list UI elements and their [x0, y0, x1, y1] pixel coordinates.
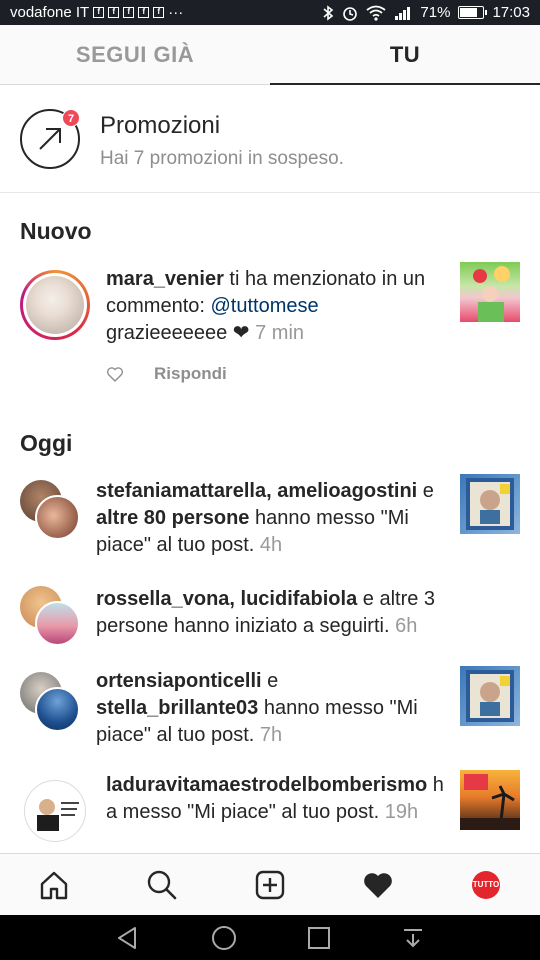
others-link[interactable]: altre 80 persone	[96, 507, 249, 529]
alarm-icon	[343, 6, 358, 21]
usernames[interactable]: stefaniamattarella, amelioagostini	[96, 480, 417, 502]
notification-shade-icon[interactable]	[401, 926, 425, 950]
tab-you[interactable]: TU	[270, 25, 540, 85]
wifi-icon	[366, 5, 386, 21]
comment-text: grazieeeeeee	[106, 322, 233, 344]
avatar-group[interactable]	[20, 586, 80, 646]
post-thumbnail[interactable]	[460, 262, 520, 322]
avatar[interactable]	[24, 780, 86, 842]
notification-text: rossella_vona, lucidifabiola e altre 3 p…	[96, 586, 476, 640]
notification-item[interactable]: mara_venier ti ha menzionato in un comme…	[0, 262, 540, 392]
status-bar: vodafone IT f f f f f ··· 71% 17:03	[0, 0, 540, 25]
avatar-story-ring[interactable]	[20, 270, 90, 340]
add-post-icon[interactable]	[243, 858, 297, 912]
notification-item[interactable]: laduravitamaestrodelbomberismo ha messo …	[0, 770, 540, 853]
notification-text: laduravitamaestrodelbomberismo ha messo …	[106, 772, 446, 826]
battery-icon	[458, 6, 488, 19]
profile-avatar[interactable]: TUTTO	[459, 858, 513, 912]
username-link[interactable]: ortensiaponticelli	[96, 670, 262, 692]
back-icon[interactable]	[115, 925, 141, 951]
home-icon[interactable]	[27, 858, 81, 912]
recents-icon[interactable]	[307, 926, 331, 950]
promotions-row[interactable]: 7 Promozioni Hai 7 promozioni in sospeso…	[0, 86, 540, 193]
usernames[interactable]: rossella_vona, lucidifabiola	[96, 588, 357, 610]
notification-text: ortensiaponticelli e stella_brillante03 …	[96, 668, 446, 749]
timestamp: 4h	[259, 534, 283, 556]
avatar	[35, 495, 80, 540]
username-link[interactable]: laduravitamaestrodelbomberismo	[106, 774, 427, 796]
signal-icon	[395, 6, 411, 20]
notification-body: e	[417, 480, 434, 502]
facebook-notification-icon: f	[123, 7, 135, 18]
timestamp: 6h	[395, 615, 418, 637]
post-thumbnail[interactable]	[460, 666, 520, 726]
profile-logo: TUTTO	[472, 870, 500, 899]
like-comment-heart-icon[interactable]	[106, 366, 124, 382]
promotions-subtitle: Hai 7 promozioni in sospeso.	[100, 148, 344, 169]
carrier-name: vodafone IT	[10, 4, 90, 21]
username-link[interactable]: stella_brillante03	[96, 697, 258, 719]
reply-button[interactable]: Rispondi	[154, 364, 227, 384]
facebook-notification-icon: f	[138, 7, 150, 18]
facebook-notification-icon: f	[108, 7, 120, 18]
system-navigation	[0, 915, 540, 960]
timestamp: 7 min	[255, 322, 305, 344]
activity-heart-icon[interactable]	[351, 858, 405, 912]
battery-percent: 71%	[420, 4, 451, 21]
notification-item[interactable]: stefaniamattarella, amelioagostini e alt…	[0, 474, 540, 564]
timestamp: 7h	[259, 724, 283, 746]
more-notifications-icon: ···	[168, 4, 184, 21]
section-title-today: Oggi	[20, 430, 73, 456]
timestamp: 19h	[384, 801, 419, 823]
post-thumbnail[interactable]	[460, 474, 520, 534]
activity-tabs: SEGUI GIÀ TU	[0, 25, 540, 85]
notification-text: mara_venier ti ha menzionato in un comme…	[106, 266, 446, 347]
notification-item[interactable]: ortensiaponticelli e stella_brillante03 …	[0, 666, 540, 756]
avatar-group[interactable]	[20, 672, 80, 732]
tab-following[interactable]: SEGUI GIÀ	[0, 25, 270, 84]
avatar-group[interactable]	[20, 480, 80, 540]
username-link[interactable]: mara_venier	[106, 268, 224, 290]
avatar	[35, 687, 80, 732]
home-circle-icon[interactable]	[211, 925, 237, 951]
post-thumbnail[interactable]	[460, 770, 520, 830]
bluetooth-icon	[323, 4, 334, 21]
promotions-title: Promozioni	[100, 112, 221, 139]
clock: 17:03	[492, 4, 530, 21]
promotions-count-badge: 7	[62, 109, 80, 127]
heart-emoji: ❤	[232, 322, 250, 344]
section-title-new: Nuovo	[20, 218, 92, 244]
search-icon[interactable]	[135, 858, 189, 912]
notification-text: stefaniamattarella, amelioagostini e alt…	[96, 478, 446, 559]
facebook-notification-icon: f	[93, 7, 105, 18]
mention-link[interactable]: @tuttomese	[210, 295, 318, 317]
notification-body: e	[261, 670, 279, 692]
avatar	[35, 601, 80, 646]
bottom-navigation: TUTTO	[0, 853, 540, 915]
notification-item[interactable]: rossella_vona, lucidifabiola e altre 3 p…	[0, 584, 540, 654]
facebook-notification-icon: f	[153, 7, 165, 18]
avatar	[26, 276, 84, 334]
